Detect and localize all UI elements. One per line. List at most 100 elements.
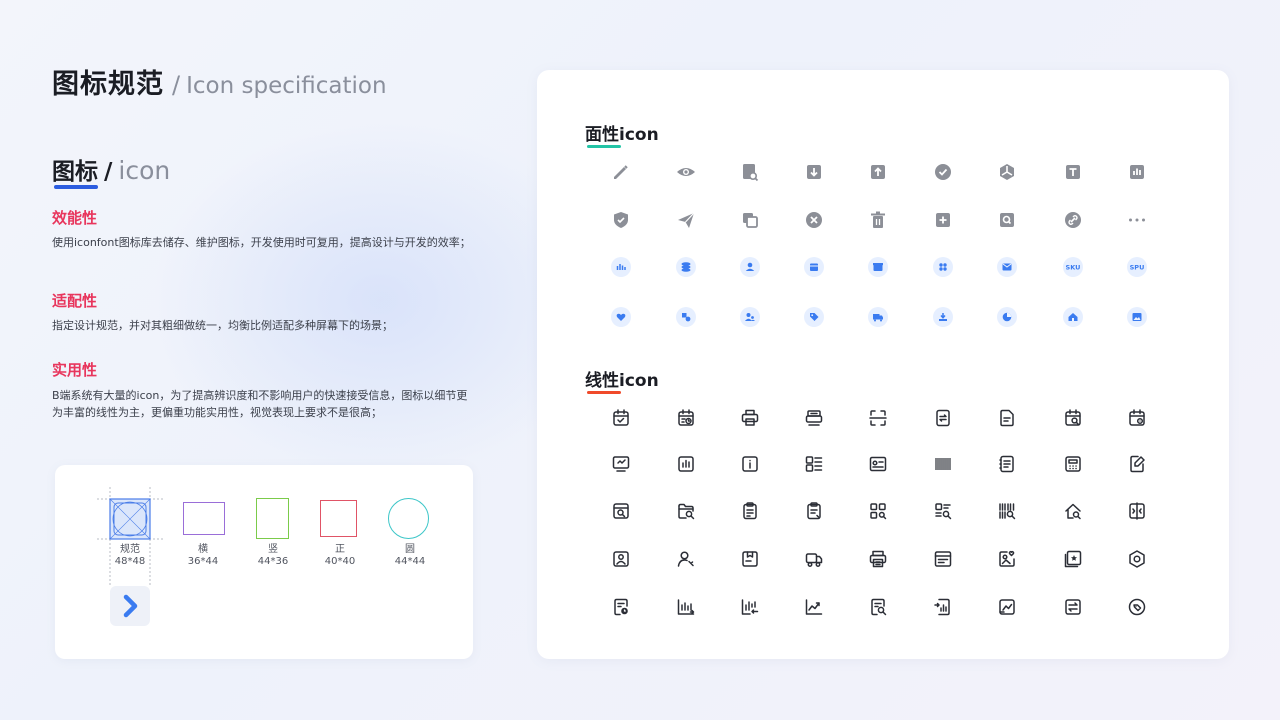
efficiency-heading: 效能性: [52, 209, 98, 227]
doc-search-outline-icon: [866, 595, 890, 619]
printer-outline-icon: [866, 547, 890, 571]
truck-icon: [866, 305, 890, 329]
edit-note-icon: [1125, 452, 1149, 476]
vertical-shape: [256, 498, 289, 539]
user-key-icon: [674, 547, 698, 571]
copy-icon: [738, 208, 762, 232]
standard-size: 48*48: [114, 556, 146, 567]
map-icon: [738, 547, 762, 571]
section-title-slash: /: [104, 159, 113, 185]
list-search-icon: [931, 499, 955, 523]
efficiency-text: 使用iconfont图标库去储存、维护图标，开发使用时可复用，提高设计与开发的效…: [52, 236, 471, 249]
link-icon: [1061, 208, 1085, 232]
picture-heart-icon: [995, 547, 1019, 571]
transfer-icon: [931, 406, 955, 430]
chart-up-icon: [674, 595, 698, 619]
horizontal-shape: [183, 502, 225, 535]
scan-icon: [866, 406, 890, 430]
next-arrow-button[interactable]: [110, 586, 150, 626]
doc-search-icon: [738, 160, 762, 184]
monitor-icon: [609, 452, 633, 476]
download-icon: [802, 160, 826, 184]
tag-icon: [802, 305, 826, 329]
truck-outline-icon: [802, 547, 826, 571]
solid-heading-cn: 面性: [585, 125, 619, 145]
barcode-search-icon: [995, 499, 1019, 523]
chart-icon: [609, 255, 633, 279]
store-icon: [866, 255, 890, 279]
sku-icon: SKU: [1061, 255, 1085, 279]
hexagon-icon: [1125, 547, 1149, 571]
vertical-label: 竖: [268, 544, 278, 555]
edit-icon: [609, 160, 633, 184]
clipboard-icon: [738, 499, 762, 523]
clipboard-alt-icon: [802, 499, 826, 523]
circle-label: 圆: [405, 544, 415, 555]
mail-icon: [995, 255, 1019, 279]
sku-badge-text: SKU: [1066, 263, 1081, 271]
download-tray-icon: [931, 305, 955, 329]
check-icon: [931, 160, 955, 184]
printer-alt-icon: [802, 406, 826, 430]
shapes-icon: [674, 305, 698, 329]
bar-chart-icon: [1125, 160, 1149, 184]
shape-spec-panel: 规范 48*48 横 36*44 竖 44*36 正 40*40 圆 44*44: [55, 465, 473, 659]
adaptability-text: 指定设计规范，并对其粗细做统一，均衡比例适配多种屏幕下的场景；: [52, 319, 393, 332]
star-frame-icon: [1061, 547, 1085, 571]
vertical-size: 44*36: [257, 556, 289, 567]
barcode-icon: [931, 452, 955, 476]
pie-chart-icon: [995, 305, 1019, 329]
close-icon: [802, 208, 826, 232]
upload-icon: [866, 160, 890, 184]
layers-icon: [674, 255, 698, 279]
document-icon: [995, 452, 1019, 476]
note-icon: [995, 406, 1019, 430]
info-icon: [738, 452, 762, 476]
heart-icon: [609, 305, 633, 329]
spu-badge-text: SPU: [1130, 263, 1145, 271]
waveform-icon: [674, 452, 698, 476]
grid-icon: [931, 255, 955, 279]
line-heading-cn: 线性: [585, 371, 619, 391]
shield-icon: [609, 208, 633, 232]
split-icon: [1125, 499, 1149, 523]
square-shape: [320, 500, 357, 537]
folder-search-icon: [674, 499, 698, 523]
standard-label: 规范: [120, 544, 140, 555]
page-title-cn: 图标规范: [52, 69, 164, 100]
box-search-icon: [609, 499, 633, 523]
calendar-tag-icon: [609, 406, 633, 430]
circle-shape: [388, 498, 429, 539]
page-title-sep: /: [172, 71, 181, 99]
practicality-heading: 实用性: [52, 361, 98, 379]
home-icon: [1061, 305, 1085, 329]
solid-icon-heading: 面性icon: [585, 120, 659, 145]
square-label: 正: [335, 544, 345, 555]
line-heading-en: icon: [619, 371, 659, 391]
section-title-cn: 图标: [52, 159, 98, 185]
user-icon: [738, 255, 762, 279]
trend-chart-icon: [802, 595, 826, 619]
line-chart-icon: [995, 595, 1019, 619]
chart-import-icon: [931, 595, 955, 619]
browser-icon: [931, 547, 955, 571]
chevron-right-icon: [123, 594, 138, 618]
pie-icon: [995, 160, 1019, 184]
search-icon: [995, 208, 1019, 232]
line-icon-heading: 线性icon: [585, 366, 659, 391]
chart-down-icon: [738, 595, 762, 619]
exchange-icon: [1061, 595, 1085, 619]
page-title-en: Icon specification: [186, 73, 387, 99]
calendar-settings-icon: [1125, 406, 1149, 430]
solid-heading-en: icon: [619, 125, 659, 145]
image-icon: [1125, 305, 1149, 329]
trash-icon: [866, 208, 890, 232]
calendar-icon: [802, 255, 826, 279]
horizontal-label: 横: [198, 544, 208, 555]
tag-outline-icon: [1125, 595, 1149, 619]
printer-icon: [738, 406, 762, 430]
practicality-text: B端系统有大量的icon，为了提高辨识度和不影响用户的快速接受信息，图标以细节更…: [52, 389, 468, 419]
calendar-search-icon: [1061, 406, 1085, 430]
adaptability-heading: 适配性: [52, 292, 98, 310]
page-title: 图标规范 / Icon specification: [52, 62, 387, 101]
